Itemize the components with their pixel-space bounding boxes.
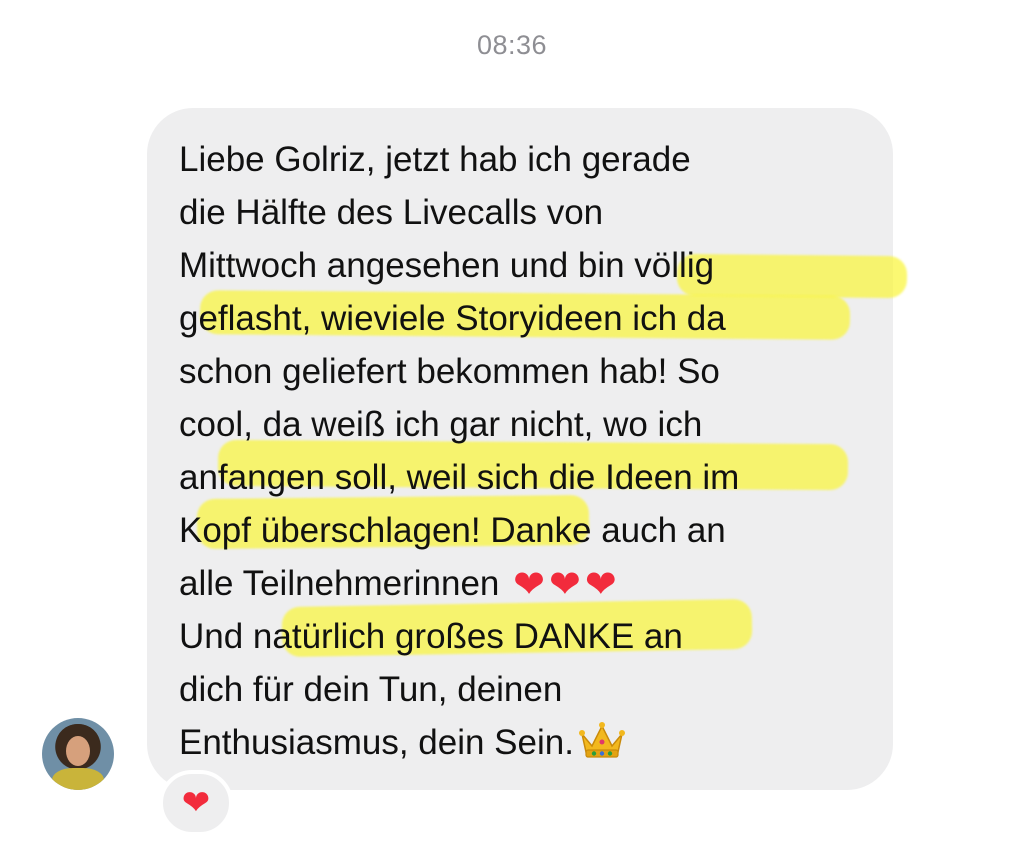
message-line: schon geliefert bekommen hab! So bbox=[179, 352, 720, 391]
message-line: Liebe Golriz, jetzt hab ich gerade bbox=[179, 140, 691, 179]
message-line: Mittwoch angesehen und bin völlig bbox=[179, 246, 715, 285]
message-line: cool, da weiß ich gar nicht, wo ich bbox=[179, 405, 703, 444]
heart-icon: ❤ bbox=[548, 562, 581, 606]
message-line: dich für dein Tun, deinen bbox=[179, 670, 563, 709]
message-line-with-hearts: alle Teilnehmerinnen ❤ ❤ ❤ bbox=[179, 557, 879, 610]
reaction-badge[interactable]: ❤ bbox=[159, 770, 233, 836]
message-line: Und natürlich großes DANKE an bbox=[179, 617, 683, 656]
avatar-shirt bbox=[52, 768, 104, 790]
message-line: geflasht, wieviele Storyideen ich da bbox=[179, 299, 726, 338]
message-line: alle Teilnehmerinnen bbox=[179, 564, 500, 603]
message-line-with-crown: Enthusiasmus, dein Sein. bbox=[179, 716, 879, 769]
heart-icon: ❤ bbox=[513, 562, 545, 606]
message-line: die Hälfte des Livecalls von bbox=[179, 193, 604, 232]
message-line: Enthusiasmus, dein Sein. bbox=[179, 723, 574, 762]
crown-icon bbox=[578, 722, 625, 758]
message-line: Kopf überschlagen! Danke auch an bbox=[179, 511, 726, 550]
message-text: Liebe Golriz, jetzt hab ich gerade die H… bbox=[179, 133, 879, 769]
message-line: anfangen soll, weil sich die Ideen im bbox=[179, 458, 740, 497]
avatar-face bbox=[66, 736, 90, 766]
heart-icon: ❤ bbox=[584, 562, 617, 606]
sender-avatar[interactable] bbox=[42, 718, 114, 790]
chat-screen: 08:36 Liebe Golriz, jetzt hab ich gerade… bbox=[0, 0, 1024, 868]
heart-reaction-icon: ❤ bbox=[181, 783, 211, 823]
message-timestamp: 08:36 bbox=[476, 30, 548, 60]
